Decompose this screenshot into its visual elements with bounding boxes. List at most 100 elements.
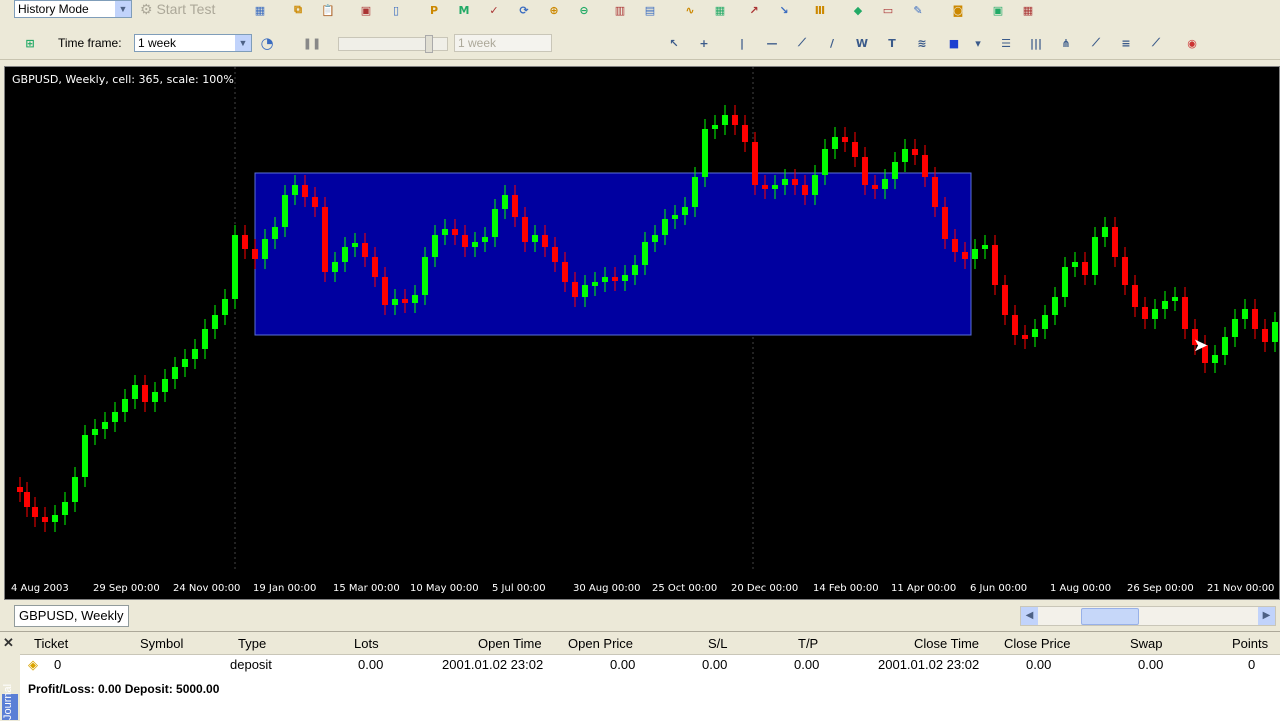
column-header-open-price[interactable]: Open Price: [568, 636, 633, 651]
paste-icon[interactable]: 📋: [318, 1, 338, 19]
camera-icon[interactable]: ◙: [948, 1, 968, 19]
cell-tp: 0.00: [794, 657, 820, 672]
gann-icon[interactable]: ⟋: [1086, 34, 1106, 52]
candle-body: [1052, 297, 1058, 315]
zoom-out-icon[interactable]: ⊖: [574, 1, 594, 19]
timeframe-settings-icon[interactable]: ⊞: [20, 34, 40, 52]
mouse-cursor-icon: ➤: [1193, 335, 1209, 355]
column-header-t-p[interactable]: T/P: [798, 636, 818, 651]
price-chart[interactable]: 4 Aug 2003 29 Sep 00:00 24 Nov 00:00 19 Jan…: [4, 66, 1280, 600]
candle-body: [82, 435, 88, 477]
text-tool-icon[interactable]: T: [882, 34, 902, 52]
copy-icon[interactable]: ⧉: [288, 1, 308, 19]
chart-bars-icon[interactable]: ▥: [610, 1, 630, 19]
indicator-down-icon[interactable]: ↘: [774, 1, 794, 19]
folder-icon[interactable]: ▭: [878, 1, 898, 19]
terminal-vertical-label[interactable]: Journal: [2, 684, 18, 720]
cell-type: deposit: [230, 657, 272, 672]
cursor-icon[interactable]: ↖: [664, 34, 684, 52]
page-setup-icon[interactable]: ▦: [250, 1, 270, 19]
close-icon[interactable]: ✕: [3, 635, 14, 651]
mode-select-value: History Mode: [18, 2, 89, 16]
brush-icon[interactable]: ✎: [908, 1, 928, 19]
candle-body: [362, 243, 368, 257]
candle-body: [392, 299, 398, 305]
scroll-right-icon[interactable]: ▶: [1258, 607, 1275, 625]
candle-body: [622, 275, 628, 281]
candle-body: [182, 359, 188, 367]
expert-icon[interactable]: ◆: [848, 1, 868, 19]
start-test-button[interactable]: ⚙ Start Test: [140, 1, 215, 19]
zoom-in-icon[interactable]: ⊕: [544, 1, 564, 19]
speed-slider[interactable]: [338, 35, 448, 53]
candle-body: [282, 195, 288, 227]
candle-body: [602, 277, 608, 282]
column-header-ticket[interactable]: Ticket: [34, 636, 68, 651]
chart-candles-icon[interactable]: ▤: [640, 1, 660, 19]
sync-icon[interactable]: ⟳: [514, 1, 534, 19]
trendline-icon[interactable]: ⟋: [792, 34, 812, 52]
check-icon[interactable]: ✓: [484, 1, 504, 19]
column-header-symbol[interactable]: Symbol: [140, 636, 183, 651]
candle-body: [1062, 267, 1068, 297]
pause-icon[interactable]: ❚❚: [302, 34, 322, 52]
horizontal-line-icon[interactable]: —: [762, 34, 782, 52]
indicator-up-icon[interactable]: ↗: [744, 1, 764, 19]
chart-canvas[interactable]: 4 Aug 2003 29 Sep 00:00 24 Nov 00:00 19 Jan…: [5, 67, 1279, 599]
cell-ticket: 0: [54, 657, 62, 672]
candle-body: [302, 185, 308, 197]
candle-body: [342, 247, 348, 262]
magnet-icon[interactable]: ◉: [1182, 34, 1202, 52]
fan-icon[interactable]: ≡: [1116, 34, 1136, 52]
clock-icon[interactable]: ◔: [257, 34, 277, 52]
w-tool-icon[interactable]: W: [852, 34, 872, 52]
column-header-close-time[interactable]: Close Time: [914, 636, 979, 651]
new-doc-icon[interactable]: ▯: [386, 1, 406, 19]
table-row[interactable]: ◈ 0 deposit 0.00 2001.01.02 23:02 0.00 0.00 0.0…: [20, 654, 1280, 676]
chevron-down-icon[interactable]: ▼: [235, 35, 251, 51]
dropdown-icon[interactable]: ▾: [968, 34, 988, 52]
shapes-icon[interactable]: ■: [944, 34, 964, 52]
arc-icon[interactable]: ⟋: [1146, 34, 1166, 52]
candle-body: [422, 257, 428, 295]
tile-icon[interactable]: ▦: [710, 1, 730, 19]
period-icon[interactable]: Ⅲ: [810, 1, 830, 19]
x-axis-label: 10 May 00:00: [410, 583, 479, 594]
column-header-close-price[interactable]: Close Price: [1004, 636, 1070, 651]
terminal-panel: ✕ Journal Ticket Symbol Type Lots Open Time O…: [0, 631, 1280, 721]
column-header-type[interactable]: Type: [238, 636, 266, 651]
column-header-open-time[interactable]: Open Time: [478, 636, 542, 651]
x-axis-label: 1 Aug 00:00: [1050, 583, 1111, 594]
vertical-line-icon[interactable]: |: [732, 34, 752, 52]
m-icon[interactable]: M: [454, 1, 474, 19]
column-header-points[interactable]: Points: [1232, 636, 1268, 651]
lines-icon[interactable]: ☰: [996, 34, 1016, 52]
candle-body: [992, 245, 998, 285]
column-header-lots[interactable]: Lots: [354, 636, 379, 651]
candle-body: [202, 329, 208, 349]
scroll-left-icon[interactable]: ◀: [1021, 607, 1038, 625]
candle-body: [432, 235, 438, 257]
x-axis-label: 30 Aug 00:00: [573, 583, 640, 594]
box-icon[interactable]: ▣: [988, 1, 1008, 19]
column-header-swap[interactable]: Swap: [1130, 636, 1163, 651]
pitchfork-icon[interactable]: ⋔: [1056, 34, 1076, 52]
open-folder-icon[interactable]: ▣: [356, 1, 376, 19]
tab-gbpusd-weekly[interactable]: GBPUSD, Weekly: [14, 605, 129, 627]
horizontal-scrollbar[interactable]: ◀ ▶: [1020, 606, 1276, 626]
crosshair-icon[interactable]: +: [694, 34, 714, 52]
timeframe-select[interactable]: 1 week ▼: [134, 34, 252, 52]
fibonacci-icon[interactable]: ≋: [912, 34, 932, 52]
mode-select[interactable]: History Mode ▼: [14, 0, 132, 18]
chart-line-icon[interactable]: ∿: [680, 1, 700, 19]
channel-icon[interactable]: |||: [1026, 34, 1046, 52]
speed-slider-handle[interactable]: [425, 35, 433, 53]
p-icon[interactable]: P: [424, 1, 444, 19]
column-header-s-l[interactable]: S/L: [708, 636, 728, 651]
candle-body: [642, 242, 648, 265]
grid-icon[interactable]: ▦: [1018, 1, 1038, 19]
ray-icon[interactable]: /: [822, 34, 842, 52]
candle-body: [52, 515, 58, 522]
scrollbar-thumb[interactable]: [1081, 608, 1139, 625]
chevron-down-icon[interactable]: ▼: [115, 1, 131, 17]
